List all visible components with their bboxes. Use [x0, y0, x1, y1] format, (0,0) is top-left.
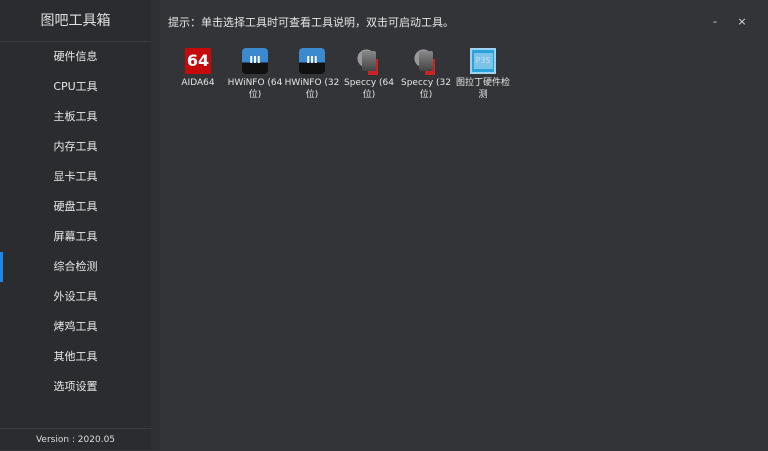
version-label: Version : 2020.05 [0, 428, 151, 450]
sidebar-item-comprehensive[interactable]: 综合检测 [0, 252, 151, 282]
tulading-icon-text: P3S [473, 53, 493, 69]
tool-label: HWiNFO (32位) [284, 78, 340, 100]
sidebar-item-other[interactable]: 其他工具 [0, 342, 151, 372]
sidebar-item-disk[interactable]: 硬盘工具 [0, 192, 151, 222]
tool-speccy-32[interactable]: Speccy (32位) [398, 48, 454, 101]
hint-text: 提示：单击选择工具时可查看工具说明，双击可启动工具。 [168, 16, 454, 29]
hwinfo-icon: III [299, 48, 325, 74]
tool-speccy-64[interactable]: Speccy (64位) [341, 48, 397, 101]
sidebar: 图吧工具箱 硬件信息 CPU工具 主板工具 内存工具 显卡工具 硬盘工具 屏幕工… [0, 0, 151, 450]
minimize-button[interactable]: - [705, 12, 725, 32]
aida64-icon: 64 [185, 48, 211, 74]
sidebar-item-memory[interactable]: 内存工具 [0, 132, 151, 162]
sidebar-item-hardware-info[interactable]: 硬件信息 [0, 42, 151, 72]
tool-grid: 64 AIDA64 III HWiNFO (64位) III HWiNFO (3… [170, 48, 512, 101]
speccy-icon [356, 48, 382, 74]
sidebar-item-peripherals[interactable]: 外设工具 [0, 282, 151, 312]
tool-aida64[interactable]: 64 AIDA64 [170, 48, 226, 101]
sidebar-item-gpu[interactable]: 显卡工具 [0, 162, 151, 192]
tool-label: Speccy (64位) [343, 78, 394, 100]
tulading-icon: P3S [470, 48, 496, 74]
tool-label: 图拉丁硬件检测 [455, 78, 510, 100]
sidebar-divider [151, 0, 160, 450]
sidebar-item-cpu[interactable]: CPU工具 [0, 72, 151, 102]
speccy-icon [413, 48, 439, 74]
tool-label: HWiNFO (64位) [227, 78, 283, 100]
tool-hwinfo-64[interactable]: III HWiNFO (64位) [227, 48, 283, 101]
tool-hwinfo-32[interactable]: III HWiNFO (32位) [284, 48, 340, 101]
tool-label: Speccy (32位) [400, 78, 451, 100]
sidebar-item-screen[interactable]: 屏幕工具 [0, 222, 151, 252]
nav-list: 硬件信息 CPU工具 主板工具 内存工具 显卡工具 硬盘工具 屏幕工具 综合检测… [0, 42, 151, 402]
hwinfo-icon: III [242, 48, 268, 74]
tool-tulading[interactable]: P3S 图拉丁硬件检测 [455, 48, 511, 101]
close-button[interactable]: × [732, 12, 752, 32]
sidebar-item-stress-test[interactable]: 烤鸡工具 [0, 312, 151, 342]
sidebar-item-settings[interactable]: 选项设置 [0, 372, 151, 402]
tool-label: AIDA64 [181, 78, 215, 88]
app-title: 图吧工具箱 [0, 0, 151, 42]
sidebar-item-motherboard[interactable]: 主板工具 [0, 102, 151, 132]
